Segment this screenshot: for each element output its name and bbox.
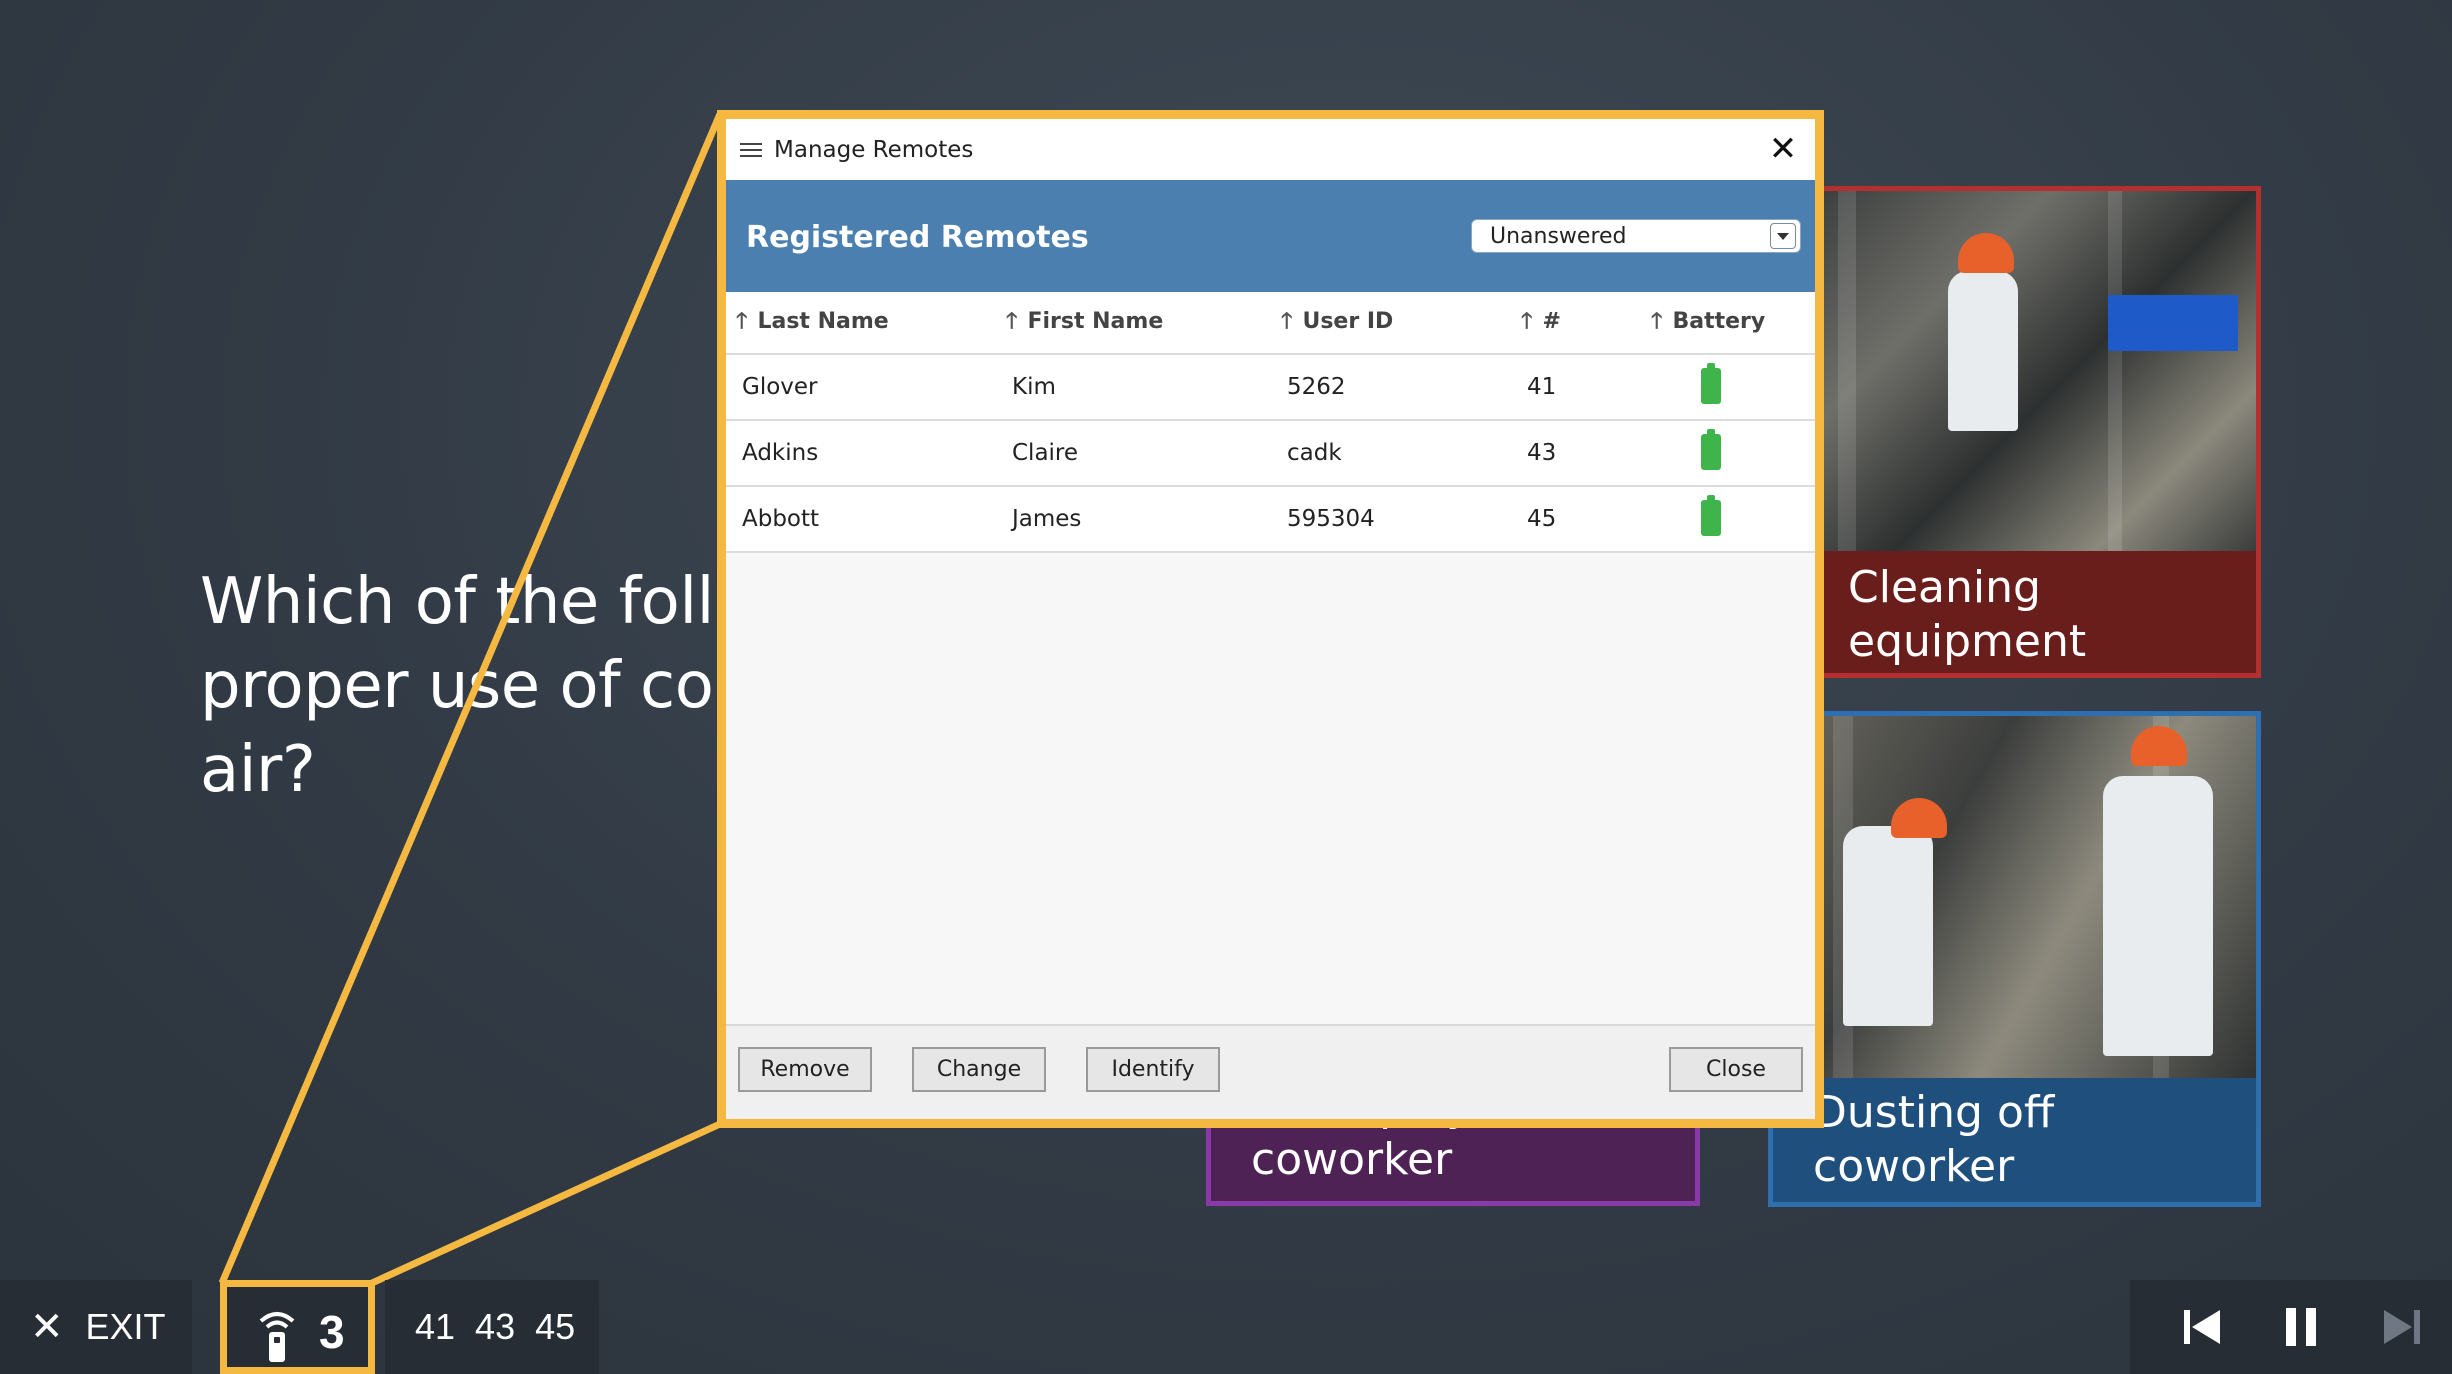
player-controls	[2130, 1280, 2452, 1374]
question-line-1: Which of the follo	[200, 565, 753, 639]
answer-label-a: Cleaning equipment	[1848, 562, 2087, 667]
sort-arrow-icon: 🡑	[1006, 308, 1018, 334]
remote-signal-icon	[259, 1312, 295, 1362]
answer-label-b: Dusting off coworker	[1813, 1086, 2236, 1194]
cell-first-name: Claire	[996, 420, 1271, 487]
cell-number: 45	[1511, 486, 1641, 553]
column-label: Battery	[1672, 308, 1766, 334]
dialog-close-icon[interactable]: ✕	[1763, 129, 1803, 169]
table-empty-area	[726, 553, 1815, 1042]
sort-arrow-icon: 🡑	[1651, 308, 1663, 334]
battery-full-icon	[1701, 495, 1721, 536]
column-header-user-id[interactable]: 🡑 User ID	[1271, 292, 1511, 355]
cell-battery	[1641, 420, 1815, 487]
remote-ids-list: 41 43 45	[385, 1280, 599, 1374]
column-label: First Name	[1027, 308, 1164, 334]
column-label: Last Name	[757, 308, 889, 334]
skip-forward-icon[interactable]	[2378, 1304, 2424, 1350]
cell-number: 43	[1511, 420, 1641, 487]
settings-sliders-icon	[740, 140, 762, 160]
cell-last-name: Glover	[726, 354, 996, 421]
remove-button[interactable]: Remove	[738, 1047, 872, 1092]
remotes-indicator[interactable]: 3	[220, 1280, 375, 1374]
cell-number: 41	[1511, 354, 1641, 421]
dialog-footer: Remove Change Identify Close	[726, 1024, 1815, 1119]
column-header-number[interactable]: 🡑 #	[1511, 292, 1641, 355]
dialog-titlebar: Manage Remotes ✕	[726, 119, 1815, 180]
table-row[interactable]: Glover Kim 5262 41	[726, 354, 1815, 421]
exit-button[interactable]: ✕ EXIT	[0, 1280, 192, 1374]
answer-card-dusting-off-coworker[interactable]: Dusting off coworker	[1768, 711, 2261, 1207]
answer-label-b-line-1: Dusting off	[1813, 1087, 2055, 1138]
column-header-last-name[interactable]: 🡑 Last Name	[726, 292, 996, 355]
pause-icon[interactable]	[2278, 1304, 2324, 1350]
skip-back-icon[interactable]	[2180, 1304, 2226, 1350]
sort-arrow-icon: 🡑	[1281, 308, 1293, 334]
column-label: #	[1542, 308, 1561, 334]
exit-label: EXIT	[85, 1306, 166, 1347]
column-label: User ID	[1302, 308, 1394, 334]
cell-user-id: cadk	[1271, 420, 1511, 487]
remote-count: 3	[319, 1306, 345, 1358]
column-header-first-name[interactable]: 🡑 First Name	[996, 292, 1271, 355]
table-header-row: 🡑 Last Name 🡑 First Name 🡑 User ID 🡑 # 🡑 Batt…	[726, 292, 1815, 355]
battery-full-icon	[1701, 363, 1721, 404]
answer-label-c-line-2: coworker	[1251, 1134, 1453, 1185]
filter-dropdown[interactable]: Unanswered	[1471, 219, 1801, 253]
cell-user-id: 595304	[1271, 486, 1511, 553]
manage-remotes-dialog: Manage Remotes ✕ Registered Remotes Unan…	[717, 110, 1824, 1128]
close-icon: ✕	[30, 1304, 64, 1350]
question-line-2: proper use of co	[200, 649, 714, 723]
cell-battery	[1641, 354, 1815, 421]
answer-photo-b	[1773, 716, 2256, 1078]
chevron-down-icon[interactable]	[1770, 223, 1796, 249]
cell-battery	[1641, 486, 1815, 553]
question-text: Which of the follo proper use of co air?	[200, 560, 760, 820]
registered-remotes-header: Registered Remotes Unanswered	[726, 180, 1815, 292]
answer-photo-a	[1808, 191, 2256, 551]
cell-first-name: James	[996, 486, 1271, 553]
table-row[interactable]: Abbott James 595304 45	[726, 486, 1815, 553]
question-line-3: air?	[200, 733, 316, 807]
remotes-table: 🡑 Last Name 🡑 First Name 🡑 User ID 🡑 # 🡑 Batt…	[726, 292, 1815, 553]
battery-full-icon	[1701, 429, 1721, 470]
cell-first-name: Kim	[996, 354, 1271, 421]
cell-last-name: Abbott	[726, 486, 996, 553]
answer-label-b-line-2: coworker	[1813, 1141, 2015, 1192]
registered-remotes-title: Registered Remotes	[746, 220, 1089, 255]
answer-card-cleaning-equipment[interactable]: Cleaning equipment	[1803, 186, 2261, 678]
cell-last-name: Adkins	[726, 420, 996, 487]
cell-user-id: 5262	[1271, 354, 1511, 421]
filter-selected-value: Unanswered	[1490, 223, 1627, 249]
identify-button[interactable]: Identify	[1086, 1047, 1220, 1092]
table-row[interactable]: Adkins Claire cadk 43	[726, 420, 1815, 487]
close-button[interactable]: Close	[1669, 1047, 1803, 1092]
sort-arrow-icon: 🡑	[1521, 308, 1533, 334]
column-header-battery[interactable]: 🡑 Battery	[1641, 292, 1815, 355]
sort-arrow-icon: 🡑	[736, 308, 748, 334]
dialog-title: Manage Remotes	[774, 136, 974, 163]
change-button[interactable]: Change	[912, 1047, 1046, 1092]
